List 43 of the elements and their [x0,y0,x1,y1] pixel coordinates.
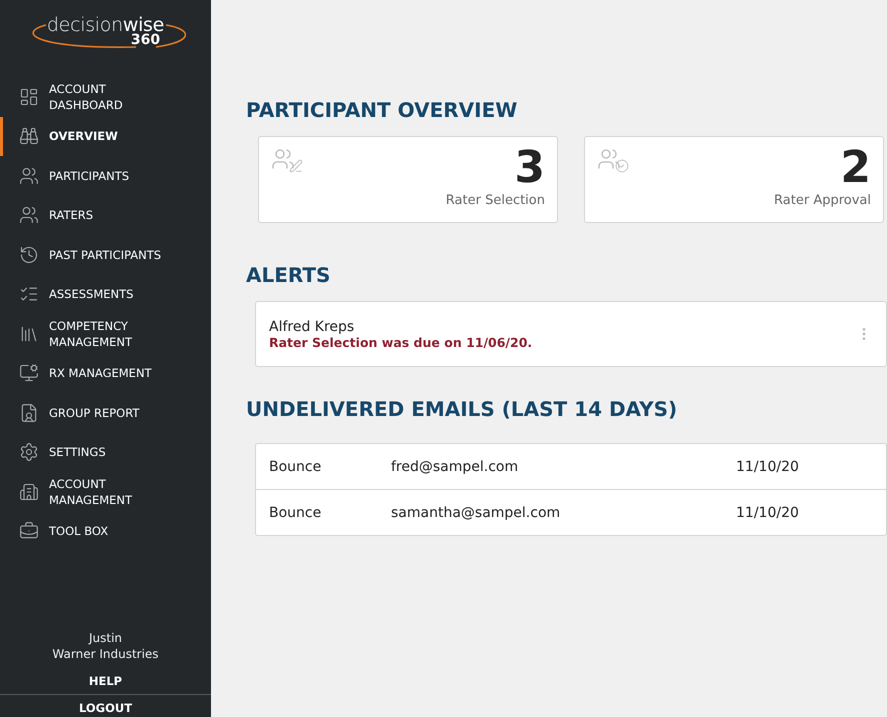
user-file-icon [19,402,39,423]
binoculars-icon [19,126,39,146]
nav-item[interactable]: ACCOUNT MANAGEMENT [0,472,211,512]
nav-item[interactable]: OVERVIEW [0,116,211,156]
nav-item[interactable]: RX MANAGEMENT [0,354,211,393]
stat-count: 2 [840,143,871,193]
stat-label: Rater Approval [774,193,871,208]
alert-message: Rater Selection was due on 11/06/20. [269,334,534,350]
alert-name: Alfred Kreps [269,318,356,334]
table-cell-text: 11/10/20 [736,458,800,474]
settings-icon [19,442,39,462]
logout-link[interactable]: LOGOUT [0,694,211,717]
nav-item[interactable]: TOOL BOX [0,512,211,551]
table-cell-text: fred@sampel.com [391,458,520,474]
people-check-icon [597,147,629,173]
user-name: Justin [88,630,122,646]
section-heading: UNDELIVERED EMAILS (LAST 14 DAYS) [246,397,678,421]
monitor-icon [19,363,39,384]
nav-item[interactable]: SETTINGS [0,432,211,472]
people-icon [19,205,39,226]
people-pencil-icon [271,147,303,173]
table-cell-text: Bounce [269,458,322,474]
building-icon [19,482,39,502]
dashboard-icon [19,86,39,107]
section-heading: ALERTS [246,263,332,287]
nav-item[interactable]: COMPETENCY MANAGEMENT [0,314,211,354]
nav-item[interactable]: ACCOUNT DASHBOARD [0,77,211,116]
nav-item[interactable]: ASSESSMENTS [0,274,211,314]
logo-number: 360 [130,32,160,48]
people-icon [19,166,39,186]
table-cell-text: 11/10/20 [736,504,800,520]
stat-count: 3 [514,143,545,193]
company-name: Warner Industries [52,646,159,662]
nav-item[interactable]: GROUP REPORT [0,393,211,432]
table-cell-text: Bounce [269,504,322,520]
table-cell-text: samantha@sampel.com [391,504,562,520]
help-link[interactable]: HELP [88,674,122,688]
nav-item[interactable]: PAST PARTICIPANTS [0,235,211,274]
history-icon [19,244,39,265]
stat-label: Rater Selection [446,193,545,208]
section-heading: PARTICIPANT OVERVIEW [246,98,518,122]
nav-item[interactable]: PARTICIPANTS [0,156,211,196]
nav-item[interactable]: RATERS [0,196,211,235]
